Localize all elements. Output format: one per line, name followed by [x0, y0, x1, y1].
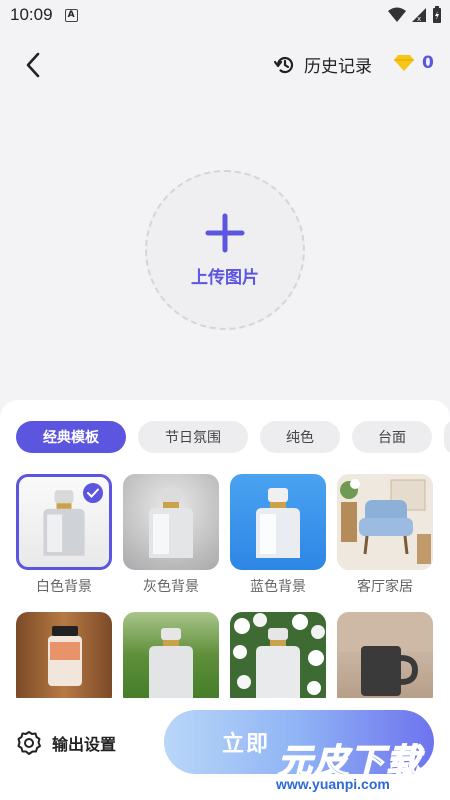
template-thumbnail: [230, 612, 326, 708]
site-watermark: 元皮下载 www.yuanpi.com: [268, 728, 448, 798]
template-card-living-room[interactable]: 客厅家居: [337, 474, 433, 596]
plus-icon: [205, 213, 245, 252]
jar-image: [48, 626, 82, 686]
history-icon: [274, 56, 294, 73]
selected-check-icon: [83, 483, 103, 503]
battery-icon: [433, 6, 441, 23]
tab-festive[interactable]: 节日氛围: [138, 421, 248, 453]
template-card-gray[interactable]: 灰色背景: [123, 474, 219, 596]
template-label: 灰色背景: [143, 579, 199, 595]
template-card-blue[interactable]: 蓝色背景: [230, 474, 326, 596]
watermark-url: www.yuanpi.com: [276, 776, 390, 792]
perfume-bottle-image: [149, 628, 193, 708]
template-thumbnail: [230, 474, 326, 570]
armchair-image: [337, 474, 433, 570]
svg-text:x: x: [417, 15, 421, 23]
mug-image: [337, 612, 433, 696]
template-thumbnail: [16, 612, 112, 708]
status-bar: 10:09 A x: [0, 0, 450, 30]
wifi-icon: [388, 7, 406, 22]
tab-classic[interactable]: 经典模板: [16, 421, 126, 453]
template-thumbnail: [123, 474, 219, 570]
output-settings-label: 输出设置: [52, 735, 117, 754]
diamond-balance[interactable]: 0: [394, 53, 434, 73]
chevron-left-icon: [26, 52, 40, 78]
history-label: 历史记录: [304, 57, 372, 77]
template-thumbnail: [337, 474, 433, 570]
signal-icon: x: [412, 8, 426, 23]
template-thumbnail: [16, 474, 112, 570]
back-button[interactable]: [18, 50, 48, 80]
flowers-bottle-image: [233, 613, 325, 708]
diamond-count: 0: [422, 53, 434, 73]
tab-more[interactable]: [444, 421, 450, 453]
template-grid: 白色背景 灰色背景 蓝色背景 客厅家居: [16, 474, 433, 734]
template-label: 客厅家居: [357, 579, 413, 595]
template-thumbnail: [337, 612, 433, 708]
template-card-white[interactable]: 白色背景: [16, 474, 112, 596]
tab-tabletop[interactable]: 台面: [352, 421, 432, 453]
diamond-icon: [394, 55, 414, 71]
output-settings-button[interactable]: 输出设置: [16, 730, 116, 756]
template-label: 蓝色背景: [250, 579, 306, 595]
upload-label: 上传图片: [191, 267, 259, 288]
history-button[interactable]: 历史记录: [274, 52, 372, 77]
top-bar: 历史记录 0: [0, 40, 450, 90]
notification-icon: A: [64, 8, 78, 22]
status-icons: x: [388, 6, 442, 24]
perfume-bottle-image: [256, 488, 300, 558]
template-thumbnail: [123, 612, 219, 708]
upload-image-button[interactable]: 上传图片: [145, 170, 305, 330]
status-time: 10:09: [10, 5, 53, 24]
gear-icon: [17, 731, 41, 755]
template-label: 白色背景: [36, 579, 92, 595]
tab-solid[interactable]: 纯色: [260, 421, 340, 453]
category-tabs: 经典模板 节日氛围 纯色 台面: [16, 421, 450, 453]
generate-now-label: 立即: [222, 732, 271, 757]
perfume-bottle-image: [149, 488, 193, 558]
